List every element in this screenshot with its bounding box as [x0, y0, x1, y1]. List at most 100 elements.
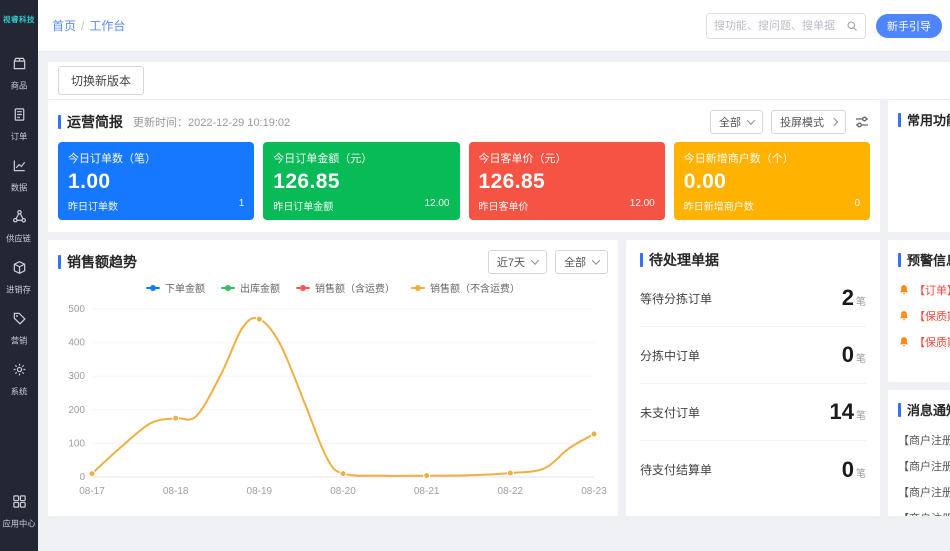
- stat-card-avg-price: 今日客单价（元） 126.85 昨日客单价 12.00: [469, 142, 665, 220]
- pending-value: 2: [842, 285, 854, 311]
- yesterday-value: 12.00: [630, 198, 655, 213]
- briefing-filter-value: 全部: [719, 114, 741, 130]
- warning-item[interactable]: 【保质期】: [898, 329, 950, 355]
- version-bar: 切换新版本: [48, 62, 950, 100]
- stat-card-title: 今日客单价（元）: [479, 150, 655, 166]
- sidebar-nav: 商品 订单 数据 供应链 进销存 营销 系统: [0, 51, 38, 403]
- bell-icon: [898, 310, 910, 322]
- sidebar: 视睿科技 商品 订单 数据 供应链 进销存 营销 系统: [0, 0, 38, 551]
- inventory-icon: [12, 260, 27, 280]
- pending-unit: 笔: [856, 407, 866, 422]
- warning-item[interactable]: 【保质期】: [898, 303, 950, 329]
- breadcrumb: 首页 / 工作台: [52, 17, 125, 34]
- legend-label: 销售额（不含运费）: [430, 280, 520, 295]
- svg-text:200: 200: [68, 405, 85, 416]
- legend-item-order-amount[interactable]: 下单金额: [146, 280, 205, 295]
- chevron-right-icon: [830, 118, 838, 126]
- chevron-down-icon: [531, 256, 539, 264]
- chevron-down-icon: [592, 256, 600, 264]
- legend-item-sales-without-freight[interactable]: 销售额（不含运费）: [411, 280, 520, 295]
- yesterday-label: 昨日订单数: [68, 198, 118, 213]
- switch-version-button[interactable]: 切换新版本: [58, 66, 144, 95]
- pending-label: 分拣中订单: [640, 347, 700, 364]
- warning-panel: 预警信息 【订单】 【保质期】 【保质期】: [888, 240, 950, 382]
- search-icon[interactable]: [846, 20, 858, 32]
- stat-card-today-amount: 今日订单金额（元） 126.85 昨日订单金额 12.00: [263, 142, 459, 220]
- sales-trend-panel: 销售额趋势 近7天 全部 下单金额 出库金额 销售额（含运费） 销售额: [48, 240, 618, 516]
- pending-value: 0: [842, 457, 854, 483]
- trend-range-select[interactable]: 近7天: [488, 250, 547, 274]
- pending-row-settlement[interactable]: 待支付结算单 0 笔: [640, 441, 866, 498]
- pending-row-waiting-sort[interactable]: 等待分拣订单 2 笔: [640, 270, 866, 327]
- sidebar-item-data[interactable]: 数据: [0, 153, 38, 199]
- notice-item[interactable]: 【商户注册】: [898, 479, 950, 505]
- pending-number: 0 笔: [842, 342, 866, 368]
- notice-item[interactable]: 【商户注册】: [898, 505, 950, 516]
- legend-marker: [411, 287, 425, 289]
- search-box: [706, 13, 866, 39]
- breadcrumb-separator: /: [81, 19, 84, 33]
- pending-panel: 待处理单据 等待分拣订单 2 笔 分拣中订单 0 笔 未支付订单 14 笔 待支…: [626, 240, 880, 516]
- briefing-panel: 运营简报 更新时间：2022-12-29 10:19:02 全部 投屏模式 今日…: [48, 100, 880, 232]
- breadcrumb-current: 工作台: [89, 17, 125, 34]
- svg-text:100: 100: [68, 438, 85, 449]
- new-user-guide-button[interactable]: 新手引导: [876, 14, 942, 38]
- sales-trend-header: 销售额趋势 近7天 全部: [58, 250, 608, 274]
- svg-text:0: 0: [79, 472, 85, 483]
- stat-card-value: 126.85: [479, 170, 655, 194]
- chevron-down-icon: [747, 116, 755, 124]
- sidebar-item-label: 系统: [11, 386, 28, 398]
- svg-text:08-22: 08-22: [498, 486, 524, 497]
- pending-number: 14 笔: [830, 399, 866, 425]
- svg-text:08-20: 08-20: [330, 486, 356, 497]
- pending-label: 等待分拣订单: [640, 290, 712, 307]
- sidebar-item-supply-chain[interactable]: 供应链: [0, 204, 38, 250]
- stat-card-value: 1.00: [68, 170, 244, 194]
- warning-text: 【订单】: [914, 282, 950, 298]
- pending-label: 待支付结算单: [640, 461, 712, 478]
- pending-unit: 笔: [856, 350, 866, 365]
- pending-label: 未支付订单: [640, 404, 700, 421]
- tune-filter-icon[interactable]: [854, 114, 870, 130]
- pending-row-sorting[interactable]: 分拣中订单 0 笔: [640, 327, 866, 384]
- sidebar-item-inventory[interactable]: 进销存: [0, 255, 38, 301]
- pending-number: 0 笔: [842, 457, 866, 483]
- pending-row-unpaid[interactable]: 未支付订单 14 笔: [640, 384, 866, 441]
- svg-text:400: 400: [68, 338, 85, 349]
- legend-label: 销售额（含运费）: [315, 280, 395, 295]
- section-accent: [898, 403, 901, 417]
- legend-item-outbound-amount[interactable]: 出库金额: [221, 280, 280, 295]
- sidebar-item-orders[interactable]: 订单: [0, 102, 38, 148]
- warning-text: 【保质期】: [914, 308, 950, 324]
- sidebar-item-system[interactable]: 系统: [0, 357, 38, 403]
- sidebar-item-label: 商品: [11, 80, 28, 92]
- breadcrumb-home[interactable]: 首页: [52, 17, 76, 34]
- svg-text:300: 300: [68, 371, 85, 382]
- sidebar-item-app-center[interactable]: 应用中心: [0, 489, 38, 535]
- common-functions-title: 常用功能: [907, 110, 950, 129]
- legend-marker: [221, 287, 235, 289]
- yesterday-value: 0: [854, 198, 860, 213]
- sidebar-item-marketing[interactable]: 营销: [0, 306, 38, 352]
- warning-text: 【保质期】: [914, 334, 950, 350]
- sidebar-item-goods[interactable]: 商品: [0, 51, 38, 97]
- stat-card-footer: 昨日新增商户数 0: [684, 198, 860, 213]
- pending-rows: 等待分拣订单 2 笔 分拣中订单 0 笔 未支付订单 14 笔 待支付结算单 0: [640, 270, 866, 498]
- search-input[interactable]: [714, 20, 846, 32]
- briefing-filter-select[interactable]: 全部: [710, 110, 763, 134]
- supply-chain-icon: [12, 209, 27, 229]
- notice-list: 【商户注册】 【商户注册】 【商户注册】 【商户注册】: [898, 427, 950, 516]
- notice-item[interactable]: 【商户注册】: [898, 453, 950, 479]
- notice-item[interactable]: 【商户注册】: [898, 427, 950, 453]
- screen-mode-button[interactable]: 投屏模式: [771, 110, 846, 134]
- svg-text:500: 500: [68, 304, 85, 315]
- stat-card-footer: 昨日客单价 12.00: [479, 198, 655, 213]
- notice-panel: 消息通知 【商户注册】 【商户注册】 【商户注册】 【商户注册】: [888, 390, 950, 516]
- svg-text:08-18: 08-18: [163, 486, 189, 497]
- warning-item[interactable]: 【订单】: [898, 277, 950, 303]
- screen-mode-label: 投屏模式: [780, 114, 824, 130]
- trend-type-select[interactable]: 全部: [555, 250, 608, 274]
- legend-item-sales-with-freight[interactable]: 销售额（含运费）: [296, 280, 395, 295]
- bell-icon: [898, 284, 910, 296]
- sidebar-item-label: 应用中心: [2, 518, 35, 530]
